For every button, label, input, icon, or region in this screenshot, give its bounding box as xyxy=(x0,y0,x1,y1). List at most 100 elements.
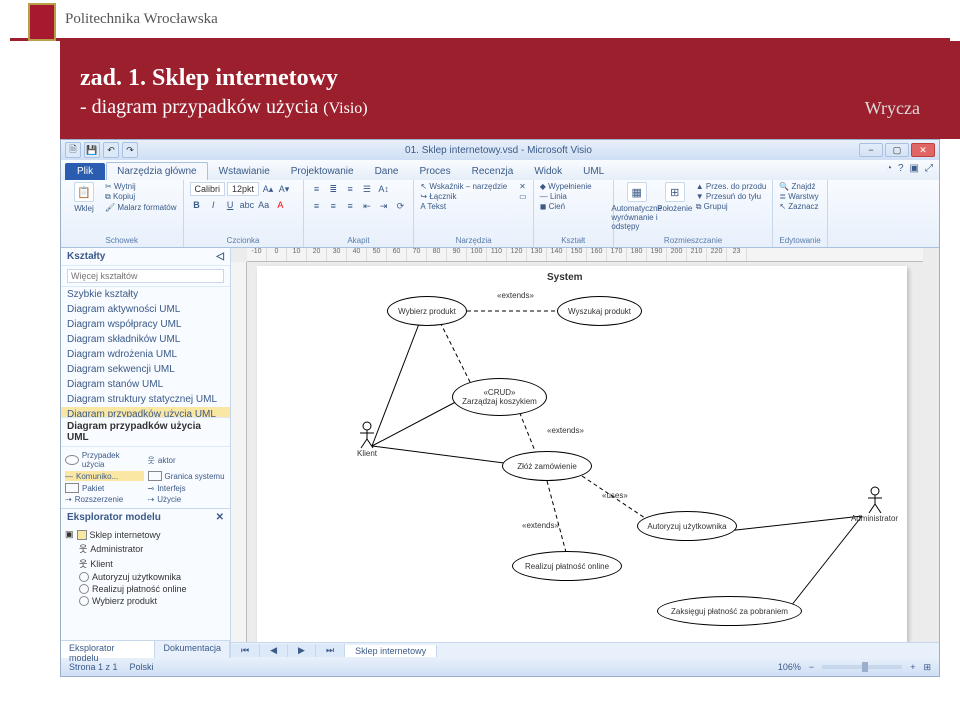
tab-documentation[interactable]: Dokumentacja xyxy=(155,641,230,658)
uc-wybierz[interactable]: Wybierz produkt xyxy=(387,296,467,326)
uc-zarzadzaj[interactable]: «CRUD» Zarządzaj koszykiem xyxy=(452,378,547,416)
font-color-button[interactable]: A xyxy=(273,198,287,212)
stencil-activity[interactable]: Diagram aktywności UML xyxy=(61,302,230,317)
stencil-deploy[interactable]: Diagram wdrożenia UML xyxy=(61,347,230,362)
zoom-out-button[interactable]: − xyxy=(809,662,814,672)
shape-usecase[interactable]: Przypadek użycia xyxy=(65,451,144,469)
quick-shapes[interactable]: Szybkie kształty xyxy=(61,287,230,302)
x-tool-icon[interactable]: ✕ xyxy=(519,182,527,191)
close-child-icon[interactable]: ⤢ xyxy=(925,163,933,174)
shape-interface[interactable]: ⊸Interfejs xyxy=(148,483,227,493)
align-bot-button[interactable]: ≡ xyxy=(343,182,357,196)
uc-realizuj[interactable]: Realizuj płatność online xyxy=(512,551,622,581)
shape-use[interactable]: ⇢Użycie xyxy=(148,495,227,504)
tab-design[interactable]: Projektowanie xyxy=(281,163,364,180)
page-nav-next[interactable]: ▶ xyxy=(288,644,316,657)
shape-extend[interactable]: ⇢Rozszerzenie xyxy=(65,495,144,504)
font-aa-button[interactable]: Aa xyxy=(257,198,271,212)
grow-font-button[interactable]: A▴ xyxy=(261,182,275,196)
bullets-button[interactable]: ☰ xyxy=(360,183,374,197)
tab-process[interactable]: Proces xyxy=(409,163,460,180)
shrink-font-button[interactable]: A▾ xyxy=(277,182,291,196)
qat-visio-icon[interactable]: 🗎 xyxy=(65,142,81,158)
uc-autoryzuj[interactable]: Autoryzuj użytkownika xyxy=(637,511,737,541)
page-nav-first[interactable]: ⏮ xyxy=(231,644,260,657)
canvas-area[interactable]: -100102030405060708090100110120130140150… xyxy=(231,248,939,658)
fit-page-button[interactable]: ⊞ xyxy=(923,662,931,673)
qat-undo-button[interactable]: ↶ xyxy=(103,142,119,158)
select-button[interactable]: ↖ Zaznacz xyxy=(779,202,818,211)
tree-wybierz[interactable]: Wybierz produkt xyxy=(65,595,226,607)
page-nav-last[interactable]: ⏭ xyxy=(316,644,345,657)
align-left-button[interactable]: ≡ xyxy=(310,199,324,213)
underline-button[interactable]: U xyxy=(223,198,237,212)
actor-admin[interactable]: Administrator xyxy=(847,486,902,523)
indent-dec-button[interactable]: ⇤ xyxy=(360,199,374,213)
minimize-button[interactable]: − xyxy=(859,143,883,157)
explorer-close-icon[interactable]: ✕ xyxy=(216,512,224,523)
actor-klient[interactable]: Klient xyxy=(357,421,377,458)
pointer-tool[interactable]: ↖ Wskaźnik – narzędzie xyxy=(420,182,507,191)
tab-view[interactable]: Widok xyxy=(524,163,572,180)
format-painter-button[interactable]: 🖌 Malarz formatów xyxy=(105,203,177,212)
restore-child-icon[interactable]: ▣ xyxy=(910,163,919,174)
position-button[interactable]: ⊞Położenie xyxy=(658,182,692,213)
tab-uml[interactable]: UML xyxy=(573,163,614,180)
shape-actor[interactable]: 웃aktor xyxy=(148,451,227,469)
shape-communicate[interactable]: —Komuniko... xyxy=(65,471,144,481)
tab-review[interactable]: Recenzja xyxy=(462,163,524,180)
shadow-button[interactable]: ◼ Cień xyxy=(540,202,592,211)
stencil-sequence[interactable]: Diagram sekwencji UML xyxy=(61,362,230,377)
group-button[interactable]: ⧉ Grupuj xyxy=(696,202,767,212)
tree-root[interactable]: ▣ Sklep internetowy xyxy=(65,528,226,541)
italic-button[interactable]: I xyxy=(206,198,220,212)
page-nav-prev[interactable]: ◀ xyxy=(260,644,288,657)
copy-button[interactable]: ⧉ Kopiuj xyxy=(105,192,177,202)
align-top-button[interactable]: ≡ xyxy=(310,182,324,196)
stencil-static[interactable]: Diagram struktury statycznej UML xyxy=(61,392,230,407)
stencil-usecase[interactable]: Diagram przypadków użycia UML xyxy=(61,407,230,417)
paste-button[interactable]: 📋 Wklej xyxy=(67,182,101,213)
rect-tool-icon[interactable]: ▭ xyxy=(519,192,527,201)
page-tab-active[interactable]: Sklep internetowy xyxy=(345,645,437,657)
tree-autoryzuj[interactable]: Autoryzuj użytkownika xyxy=(65,571,226,583)
bring-front-button[interactable]: ▲ Przes. do przodu xyxy=(696,182,767,191)
maximize-button[interactable]: ▢ xyxy=(885,143,909,157)
shapes-search-input[interactable] xyxy=(67,269,224,283)
minimize-ribbon-icon[interactable]: ◔ xyxy=(886,163,892,174)
qat-redo-button[interactable]: ↷ xyxy=(122,142,138,158)
font-name-select[interactable]: Calibri xyxy=(190,182,226,196)
stencil-state[interactable]: Diagram stanów UML xyxy=(61,377,230,392)
stencil-component[interactable]: Diagram składników UML xyxy=(61,332,230,347)
line-button[interactable]: — Linia xyxy=(540,192,592,201)
shapes-collapse-icon[interactable]: ◁ xyxy=(216,251,224,262)
direction-button[interactable]: A↕ xyxy=(377,182,391,196)
stencil-collab[interactable]: Diagram współpracy UML xyxy=(61,317,230,332)
rotate-button[interactable]: ⟳ xyxy=(393,199,407,213)
cut-button[interactable]: ✂ Wytnij xyxy=(105,182,177,191)
fill-button[interactable]: ◆ Wypełnienie xyxy=(540,182,592,191)
find-button[interactable]: 🔍 Znajdź xyxy=(779,182,818,191)
tab-data[interactable]: Dane xyxy=(365,163,409,180)
align-right-button[interactable]: ≡ xyxy=(343,199,357,213)
connector-tool[interactable]: ↪ Łącznik xyxy=(420,192,507,201)
text-tool[interactable]: A Tekst xyxy=(420,202,507,211)
close-button[interactable]: ✕ xyxy=(911,143,935,157)
align-center-button[interactable]: ≡ xyxy=(326,199,340,213)
tab-insert[interactable]: Wstawianie xyxy=(209,163,280,180)
qat-save-button[interactable]: 💾 xyxy=(84,142,100,158)
uc-zaksieguj[interactable]: Zaksięguj płatność za pobraniem xyxy=(657,596,802,626)
tab-home[interactable]: Narzędzia główne xyxy=(106,162,208,180)
send-back-button[interactable]: ▼ Przesuń do tyłu xyxy=(696,192,767,201)
shape-boundary[interactable]: Granica systemu xyxy=(148,471,227,481)
strike-button[interactable]: abc xyxy=(240,198,254,212)
zoom-value[interactable]: 106% xyxy=(778,662,801,672)
shape-package[interactable]: Pakiet xyxy=(65,483,144,493)
uc-wyszukaj[interactable]: Wyszukaj produkt xyxy=(557,296,642,326)
layers-button[interactable]: ≣ Warstwy xyxy=(779,192,818,201)
tree-realizuj[interactable]: Realizuj płatność online xyxy=(65,583,226,595)
indent-inc-button[interactable]: ⇥ xyxy=(377,199,391,213)
file-tab[interactable]: Plik xyxy=(65,163,105,180)
align-mid-button[interactable]: ≣ xyxy=(326,183,340,197)
tree-klient[interactable]: 웃Klient xyxy=(65,556,226,571)
